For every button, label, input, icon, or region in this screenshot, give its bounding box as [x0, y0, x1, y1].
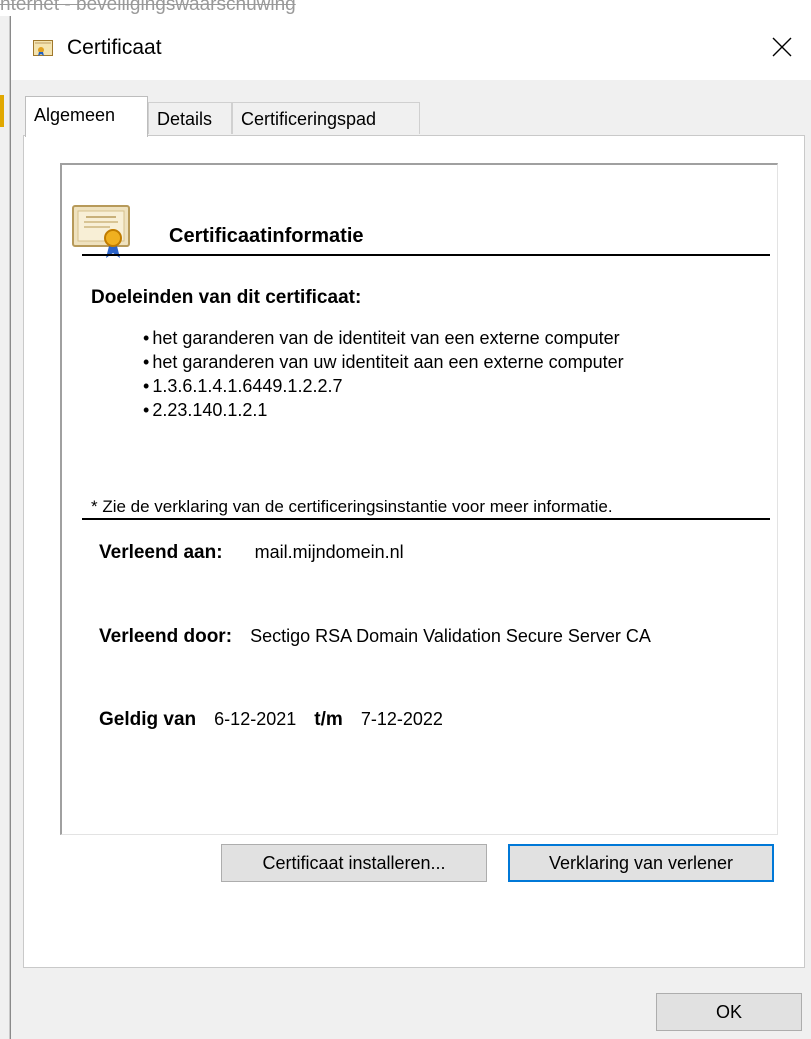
valid-to-value: 7-12-2022 — [360, 709, 443, 729]
certificate-dialog: Certificaat Algemeen Details Certificeri… — [10, 16, 811, 1039]
purpose-item: 1.3.6.1.4.1.6449.1.2.2.7 — [143, 374, 624, 398]
purpose-item: 2.23.140.1.2.1 — [143, 398, 624, 422]
info-heading: Certificaatinformatie — [169, 225, 364, 247]
issuer-statement-note: * Zie de verklaring van de certificering… — [91, 497, 613, 516]
issued-to-label: Verleend aan: — [99, 542, 223, 563]
close-button[interactable] — [750, 16, 811, 80]
title-bar[interactable]: Certificaat — [11, 16, 811, 80]
tab-details[interactable]: Details — [148, 102, 232, 134]
issued-by-label: Verleend door: — [99, 626, 233, 647]
background-window-accent — [0, 95, 4, 127]
install-certificate-button[interactable]: Certificaat installeren... — [221, 844, 487, 882]
close-icon — [772, 37, 792, 57]
purpose-item: het garanderen van uw identiteit aan een… — [143, 350, 623, 374]
valid-from-label: Geldig van — [99, 709, 197, 730]
certificate-document-icon — [72, 205, 130, 258]
purposes-list: het garanderen van de identiteit van een… — [143, 326, 624, 422]
ok-button[interactable]: OK — [656, 993, 802, 1031]
issued-to-value: mail.mijndomein.nl — [254, 542, 404, 562]
tab-certificeringspad[interactable]: Certificeringspad — [232, 102, 420, 134]
tab-algemeen[interactable]: Algemeen — [25, 96, 148, 137]
issuer-statement-button[interactable]: Verklaring van verlener — [508, 844, 774, 882]
valid-from-value: 6-12-2021 — [214, 709, 297, 729]
valid-to-label: t/m — [314, 709, 343, 730]
divider-bottom — [82, 518, 770, 520]
divider-top — [82, 254, 770, 256]
tab-strip: Algemeen Details Certificeringspad — [25, 96, 805, 137]
validity-row: Geldig van 6-12-2021 t/m 7-12-2022 — [99, 709, 443, 731]
purposes-title: Doeleinden van dit certificaat: — [91, 287, 362, 308]
issued-to-row: Verleend aan: mail.mijndomein.nl — [99, 542, 404, 564]
certificate-icon — [33, 40, 53, 56]
purpose-item: het garanderen van de identiteit van een… — [143, 326, 624, 350]
issued-by-row: Verleend door: Sectigo RSA Domain Valida… — [99, 626, 651, 648]
issued-by-value: Sectigo RSA Domain Validation Secure Ser… — [250, 626, 651, 646]
background-window-title: nternet - beveiligingswaarschuwing — [0, 0, 296, 15]
dialog-title: Certificaat — [67, 36, 162, 59]
